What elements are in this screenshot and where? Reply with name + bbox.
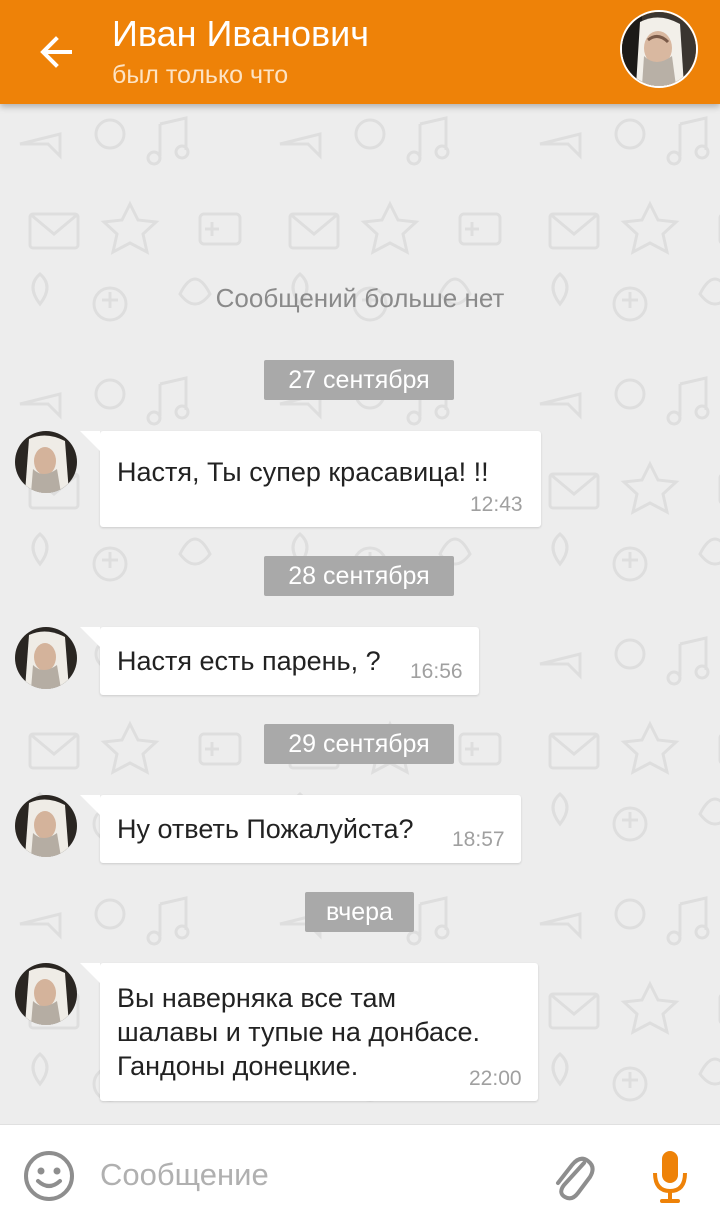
- back-button[interactable]: [26, 22, 86, 82]
- attach-button[interactable]: [548, 1149, 598, 1203]
- message-composer: [0, 1124, 720, 1224]
- message-time: 16:56: [410, 660, 463, 683]
- message-text: Ну ответь Пожалуйста?: [117, 814, 414, 844]
- contact-status: был только что: [112, 61, 289, 89]
- microphone-icon: [653, 1151, 687, 1203]
- sender-avatar[interactable]: [15, 795, 77, 857]
- message-bubble[interactable]: Вы наверняка все там шалавы и тупые на д…: [80, 963, 538, 1101]
- message-bubble[interactable]: Настя есть парень, ? 16:56: [80, 627, 479, 695]
- sender-avatar[interactable]: [15, 963, 77, 1025]
- message-bubble[interactable]: Настя, Ты супер красавица! !! 12:43: [80, 431, 541, 527]
- voice-message-button[interactable]: [648, 1147, 692, 1205]
- smile-icon: [24, 1151, 74, 1201]
- date-divider: вчера: [305, 892, 414, 932]
- message-text-line: шалавы и тупые на донбасе.: [117, 1017, 480, 1047]
- message-text-line: Гандоны донецкие.: [117, 1051, 359, 1081]
- message-time: 22:00: [469, 1067, 522, 1090]
- message-text: Настя, Ты супер красавица! !!: [117, 457, 489, 487]
- chat-header: Иван Иванович был только что: [0, 0, 720, 104]
- message-list[interactable]: Сообщений больше нет 27 сентября Настя, …: [0, 104, 720, 1124]
- date-divider: 29 сентября: [264, 724, 454, 764]
- emoji-button[interactable]: [22, 1149, 76, 1203]
- message-input[interactable]: [100, 1147, 520, 1203]
- message-time: 18:57: [452, 828, 505, 851]
- contact-avatar[interactable]: [620, 10, 698, 88]
- message-bubble[interactable]: Ну ответь Пожалуйста? 18:57: [80, 795, 521, 863]
- paperclip-icon: [556, 1156, 595, 1201]
- no-more-messages-label: Сообщений больше нет: [215, 283, 505, 313]
- contact-name[interactable]: Иван Иванович: [112, 12, 369, 56]
- sender-avatar[interactable]: [15, 627, 77, 689]
- message-text-line: Вы наверняка все там: [117, 983, 397, 1013]
- sender-avatar[interactable]: [15, 431, 77, 493]
- message-time: 12:43: [470, 493, 523, 516]
- arrow-left-icon: [40, 36, 72, 68]
- message-text: Настя есть парень, ?: [117, 646, 381, 676]
- date-divider: 27 сентября: [264, 360, 454, 400]
- date-divider: 28 сентября: [264, 556, 454, 596]
- message-text: Вы наверняка все там шалавы и тупые на д…: [117, 981, 480, 1083]
